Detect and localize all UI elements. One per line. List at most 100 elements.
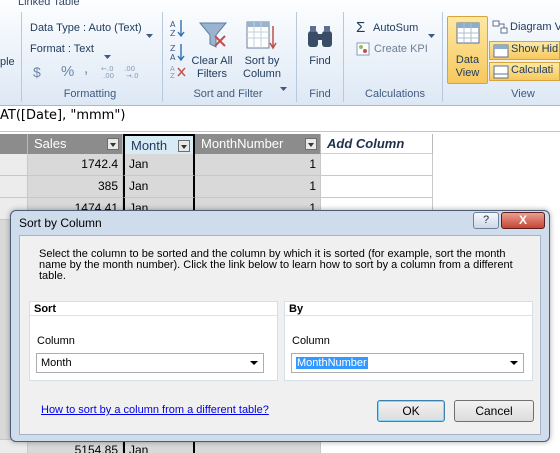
calculation-area-toggle[interactable]: Calculati	[489, 62, 560, 81]
chevron-down-icon	[250, 361, 258, 365]
close-button[interactable]: X	[501, 212, 545, 229]
chevron-down-icon	[146, 27, 153, 41]
group-label-view: View	[511, 88, 535, 100]
svg-text:Z: Z	[170, 44, 176, 53]
diagram-view-button[interactable]: Diagram V	[510, 21, 560, 33]
decrease-decimal-icon[interactable]: .00 →.0	[124, 64, 144, 81]
filter-dropdown-icon[interactable]	[178, 140, 190, 152]
help-button[interactable]: ?	[473, 212, 499, 229]
chevron-down-icon	[428, 27, 435, 41]
chevron-down-icon	[104, 48, 111, 62]
column-header-month[interactable]: Month	[123, 134, 195, 154]
autosum-button[interactable]: AutoSum	[373, 22, 418, 34]
data-type-dropdown[interactable]: Data Type : Auto (Text)	[30, 22, 142, 34]
ribbon-separator	[442, 12, 443, 102]
sort-column-label: Column	[37, 335, 75, 347]
ribbon-separator	[296, 12, 297, 102]
sort-column-value: Month	[41, 357, 72, 369]
increase-decimal-icon[interactable]: ←.0.00	[101, 64, 121, 81]
row-header[interactable]	[0, 176, 28, 198]
show-hidden-toggle[interactable]: Show Hid	[489, 41, 560, 60]
dialog-body: Select the column to be sorted and the c…	[19, 235, 541, 435]
sort-ascending-icon[interactable]: AZ	[170, 18, 186, 41]
by-column-select[interactable]: MonthNumber	[291, 353, 524, 373]
ribbon-tab-linked-table[interactable]: Linked Table	[18, 0, 80, 8]
by-column-label: Column	[292, 335, 330, 347]
group-label-sort-filter: Sort and Filter	[193, 88, 263, 100]
data-view-button[interactable]: Data View	[447, 16, 488, 84]
sort-by-column-button[interactable]: Sort by Column	[238, 55, 286, 81]
ribbon-left-cut-label[interactable]: ple	[0, 56, 15, 68]
svg-text:→.0: →.0	[126, 72, 139, 78]
table-icon	[456, 22, 480, 44]
column-header-sales[interactable]: Sales	[28, 134, 123, 154]
ok-button[interactable]: OK	[377, 400, 445, 422]
svg-text:A: A	[170, 20, 176, 29]
sort-by-column-dialog: Sort by Column ? X Select the column to …	[10, 210, 550, 442]
cancel-button[interactable]: Cancel	[454, 400, 534, 422]
ribbon-separator	[343, 12, 344, 102]
filter-dropdown-icon[interactable]	[305, 138, 317, 150]
filter-dropdown-icon[interactable]	[107, 138, 119, 150]
add-column-cell[interactable]	[321, 154, 433, 176]
group-label-calculations: Calculations	[365, 88, 425, 100]
sigma-icon: Σ	[356, 19, 366, 36]
find-button[interactable]: Find	[302, 55, 338, 68]
calculation-area-label: Calculati	[511, 64, 554, 76]
table-cell[interactable]: 1	[195, 154, 321, 176]
panel-header: Sort	[30, 302, 277, 316]
svg-text:Z: Z	[170, 29, 176, 38]
svg-text:.00: .00	[103, 72, 114, 78]
group-label-find: Find	[309, 88, 331, 100]
create-kpi-button[interactable]: Create KPI	[374, 43, 428, 55]
add-column-header[interactable]: Add Column	[321, 134, 433, 154]
currency-button[interactable]: $	[33, 64, 41, 80]
chevron-down-icon	[280, 80, 287, 94]
clear-all-filters-button[interactable]: Clear All Filters	[189, 55, 235, 81]
by-panel: By Column MonthNumber	[284, 301, 533, 381]
svg-text:Z: Z	[170, 72, 175, 78]
table-cell[interactable]: Jan	[123, 154, 195, 176]
add-column-cell[interactable]	[321, 176, 433, 198]
formula-bar[interactable]: AT([Date], "mmm")	[0, 106, 560, 132]
column-header-label: Month	[131, 138, 168, 153]
column-header-label: Sales	[34, 136, 67, 151]
diagram-view-icon	[492, 20, 508, 37]
by-panel-title: By	[289, 303, 304, 315]
calculation-area-icon	[493, 65, 509, 79]
clear-sort-icon[interactable]: AZ	[170, 64, 186, 81]
table-cell[interactable]: 1	[195, 176, 321, 198]
help-link[interactable]: How to sort by a column from a different…	[41, 404, 269, 416]
table-cell[interactable]: 1742.4	[28, 154, 123, 176]
data-view-label: Data View	[455, 54, 480, 79]
by-column-value: MonthNumber	[296, 357, 368, 369]
row-header-corner	[0, 134, 28, 154]
panel-header: By	[285, 302, 532, 316]
group-label-formatting: Formatting	[63, 88, 117, 100]
sort-panel-title: Sort	[34, 303, 56, 315]
binoculars-icon	[306, 24, 334, 53]
svg-text:A: A	[170, 53, 176, 62]
ribbon-separator	[21, 12, 22, 102]
dialog-description: Select the column to be sorted and the c…	[39, 248, 513, 282]
dialog-title: Sort by Column	[19, 216, 102, 230]
table-cell[interactable]: Jan	[123, 176, 195, 198]
column-header-monthnumber[interactable]: MonthNumber	[195, 134, 321, 154]
sort-column-select[interactable]: Month	[36, 353, 264, 373]
table-cell[interactable]: 385	[28, 176, 123, 198]
chevron-down-icon	[510, 361, 518, 365]
sort-panel: Sort Column Month	[29, 301, 278, 381]
column-header-label: MonthNumber	[201, 136, 284, 151]
show-hidden-icon	[493, 44, 509, 58]
ribbon-separator	[162, 12, 163, 102]
ribbon: Linked Table ple Data Type : Auto (Text)…	[0, 0, 560, 106]
row-header[interactable]	[0, 154, 28, 176]
sort-by-column-icon	[246, 20, 278, 55]
clear-filter-icon	[198, 20, 228, 55]
format-dropdown[interactable]: Format : Text	[30, 43, 94, 55]
sort-descending-icon[interactable]: ZA	[170, 42, 186, 65]
percent-button[interactable]: %	[61, 63, 74, 80]
comma-button[interactable]: ,	[84, 60, 88, 77]
kpi-icon	[356, 42, 370, 59]
show-hidden-label: Show Hid	[511, 43, 559, 55]
